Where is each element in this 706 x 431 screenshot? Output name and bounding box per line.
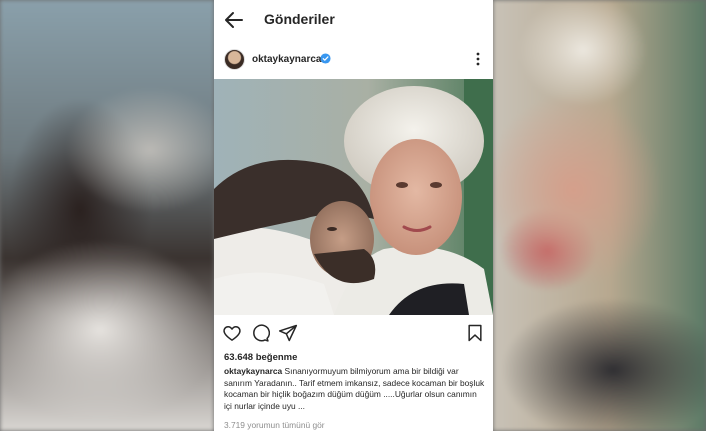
- post-username[interactable]: oktaykaynarca: [252, 54, 322, 65]
- send-icon[interactable]: [278, 323, 298, 343]
- view-all-comments-link[interactable]: 3.719 yorumun tümünü gör: [224, 420, 325, 430]
- top-bar: Gönderiler: [214, 0, 493, 40]
- comment-icon[interactable]: [250, 323, 270, 343]
- bookmark-icon[interactable]: [465, 323, 485, 343]
- post-header: oktaykaynarca: [214, 46, 493, 72]
- blurred-background-right: [493, 0, 706, 431]
- more-vertical-icon[interactable]: [475, 51, 481, 67]
- caption-username[interactable]: oktaykaynarca: [224, 366, 282, 376]
- heart-icon[interactable]: [222, 323, 242, 343]
- like-count[interactable]: 63.648 beğenme: [224, 352, 297, 363]
- avatar[interactable]: [224, 49, 245, 70]
- verified-badge-icon: [320, 53, 331, 64]
- arrow-left-icon[interactable]: [222, 8, 246, 32]
- blurred-background-left: [0, 0, 214, 431]
- post-actions: [214, 323, 493, 345]
- post-photo[interactable]: [214, 79, 493, 315]
- page-title: Gönderiler: [264, 11, 335, 27]
- instagram-post-screen: Gönderiler oktaykaynarca 63.648 beğenme …: [214, 0, 493, 431]
- post-caption: oktaykaynarca Sınanıyormuyum bilmiyorum …: [224, 366, 486, 413]
